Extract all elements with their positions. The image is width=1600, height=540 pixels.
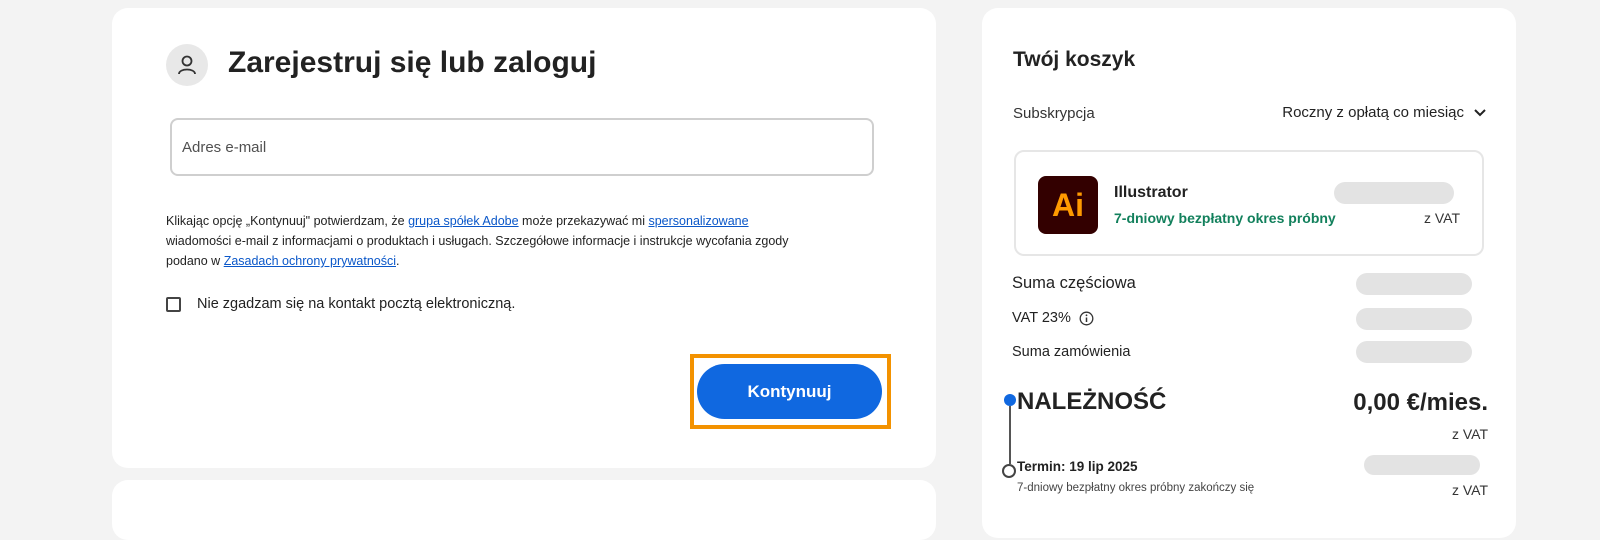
term-vat-note: z VAT: [1451, 482, 1488, 498]
due-label: NALEŻNOŚĆ: [1017, 388, 1167, 415]
subtotal-label: Suma częściowa: [1012, 274, 1136, 292]
term-note: 7-dniowy bezpłatny okres próbny zakończy…: [1017, 482, 1255, 494]
product-vat-note: z VAT: [1423, 210, 1460, 226]
order-total-placeholder: [1356, 341, 1472, 363]
continue-button[interactable]: Kontynuuj: [697, 364, 882, 419]
consent-text-2: może przekazywać mi: [518, 214, 649, 228]
subscription-value: Roczny z opłatą co miesiąc: [1282, 104, 1464, 121]
opt-out-checkbox[interactable]: [166, 296, 181, 312]
timeline-dot: [1004, 394, 1016, 406]
user-icon: [166, 44, 208, 86]
vat-row: VAT 23%: [1012, 310, 1094, 326]
illustrator-logo: Ai: [1038, 176, 1098, 234]
order-total-label: Suma zamówienia: [1012, 344, 1131, 360]
timeline-line: [1009, 406, 1011, 464]
page-title: Zarejestruj się lub zaloguj: [228, 46, 597, 79]
email-field[interactable]: [170, 118, 874, 176]
due-vat-note: z VAT: [1451, 426, 1488, 442]
due-amount: 0,00 €/mies.: [1353, 389, 1488, 416]
privacy-policy-link[interactable]: Zasadach ochrony prywatności: [224, 254, 396, 268]
subscription-label: Subskrypcja: [1013, 105, 1095, 122]
chevron-down-icon: [1474, 108, 1486, 116]
vat-label: VAT 23%: [1012, 310, 1071, 326]
timeline-ring: [1002, 464, 1016, 478]
product-item: Ai Illustrator 7-dniowy bezpłatny okres …: [1014, 150, 1484, 256]
subscription-select[interactable]: Roczny z opłatą co miesiąc: [1282, 104, 1486, 121]
subtotal-placeholder: [1356, 273, 1472, 295]
product-trial: 7-dniowy bezpłatny okres próbny: [1114, 210, 1336, 226]
product-name: Illustrator: [1114, 184, 1188, 201]
signin-card: Zarejestruj się lub zaloguj Klikając opc…: [112, 8, 936, 468]
opt-out-label: Nie zgadzam się na kontakt pocztą elektr…: [197, 296, 516, 312]
personalized-link[interactable]: spersonalizowane: [648, 214, 748, 228]
price-placeholder: [1334, 182, 1454, 204]
consent-text: Klikając opcję „Kontynuuj" potwierdzam, …: [166, 211, 816, 271]
consent-text-1: Klikając opcję „Kontynuuj" potwierdzam, …: [166, 214, 409, 228]
term-price-placeholder: [1364, 455, 1480, 475]
info-icon[interactable]: [1079, 311, 1094, 326]
cart-title: Twój koszyk: [1013, 48, 1136, 71]
vat-placeholder: [1356, 308, 1472, 330]
secondary-card: [112, 480, 936, 540]
adobe-group-link[interactable]: grupa spółek Adobe: [408, 214, 519, 228]
opt-out-row[interactable]: Nie zgadzam się na kontakt pocztą elektr…: [166, 296, 515, 312]
consent-text-4: .: [396, 254, 400, 268]
term-label: Termin: 19 lip 2025: [1017, 459, 1138, 474]
cart-card: Twój koszyk Subskrypcja Roczny z opłatą …: [982, 8, 1516, 538]
